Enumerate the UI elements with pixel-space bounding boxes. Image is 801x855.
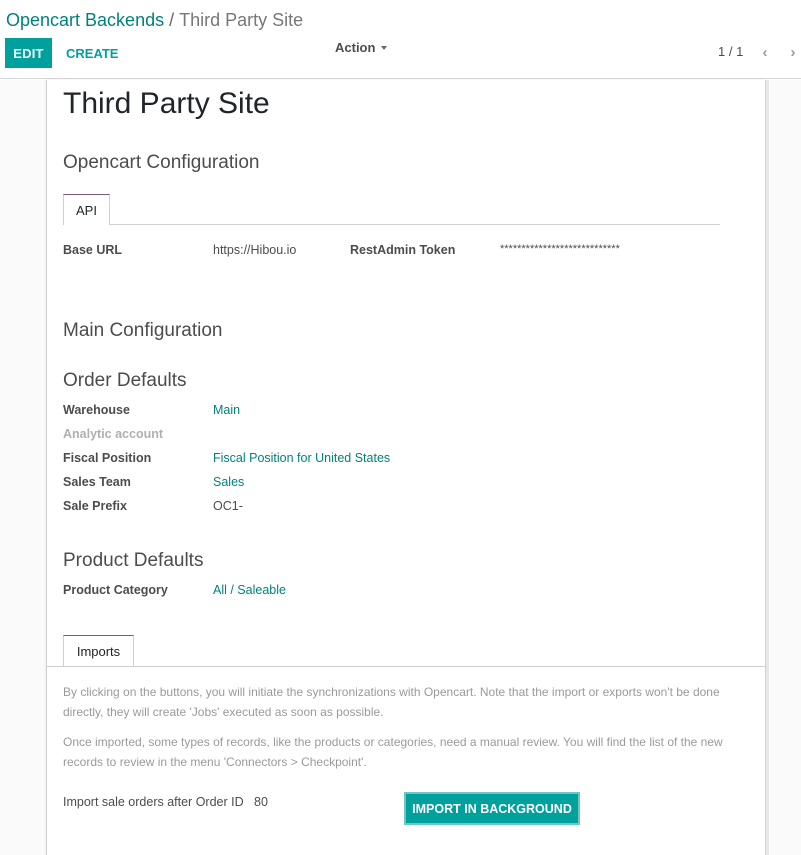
field-value-product-category[interactable]: All / Saleable xyxy=(213,583,286,597)
tab-bar-divider xyxy=(63,224,720,225)
import-in-background-button[interactable]: IMPORT IN BACKGROUND xyxy=(404,792,580,825)
field-value-import-after-order-id: 80 xyxy=(254,795,268,809)
chevron-right-icon[interactable]: › xyxy=(786,44,800,61)
field-label-fiscal-position: Fiscal Position xyxy=(63,451,152,465)
imports-tab-bar-divider xyxy=(47,666,765,667)
field-value-sale-prefix: OC1- xyxy=(213,499,243,513)
record-title: Third Party Site xyxy=(63,87,270,120)
section-heading-product-defaults: Product Defaults xyxy=(63,550,204,571)
field-label-import-after-order-id: Import sale orders after Order ID xyxy=(63,795,244,809)
sheet-shadow xyxy=(766,80,769,855)
action-dropdown-label: Action xyxy=(335,40,376,55)
field-label-product-category: Product Category xyxy=(63,583,168,597)
section-heading-order-defaults: Order Defaults xyxy=(63,370,187,391)
tab-imports[interactable]: Imports xyxy=(63,635,134,666)
field-value-warehouse[interactable]: Main xyxy=(213,403,240,417)
tab-api[interactable]: API xyxy=(63,194,110,225)
section-heading-opencart-config: Opencart Configuration xyxy=(63,152,260,173)
imports-help-text-2: Once imported, some types of records, li… xyxy=(63,735,723,769)
field-value-sales-team[interactable]: Sales xyxy=(213,475,244,489)
field-label-sale-prefix: Sale Prefix xyxy=(63,499,127,513)
field-label-sales-team: Sales Team xyxy=(63,475,131,489)
edit-button[interactable]: EDIT xyxy=(5,38,52,68)
pager-value: 1 / 1 xyxy=(718,44,744,59)
field-value-fiscal-position[interactable]: Fiscal Position for United States xyxy=(213,451,390,465)
breadcrumb-current: Third Party Site xyxy=(179,10,304,30)
field-label-warehouse: Warehouse xyxy=(63,403,130,417)
action-dropdown[interactable]: Action xyxy=(335,40,388,55)
field-label-base-url: Base URL xyxy=(63,243,123,257)
field-value-base-url: https://Hibou.io xyxy=(213,243,297,257)
section-heading-main-config: Main Configuration xyxy=(63,320,223,341)
field-value-restadmin-token: **************************** xyxy=(500,243,620,255)
chevron-left-icon[interactable]: ‹ xyxy=(758,44,772,61)
breadcrumb: Opencart Backends / Third Party Site xyxy=(6,9,303,31)
caret-down-icon xyxy=(381,46,388,50)
breadcrumb-parent-link[interactable]: Opencart Backends xyxy=(6,10,164,30)
breadcrumb-separator: / xyxy=(169,10,175,30)
field-label-analytic-account: Analytic account xyxy=(63,427,164,441)
create-button[interactable]: CREATE xyxy=(60,38,124,68)
imports-help-text-1: By clicking on the buttons, you will ini… xyxy=(63,685,720,719)
field-label-restadmin-token: RestAdmin Token xyxy=(350,243,456,257)
